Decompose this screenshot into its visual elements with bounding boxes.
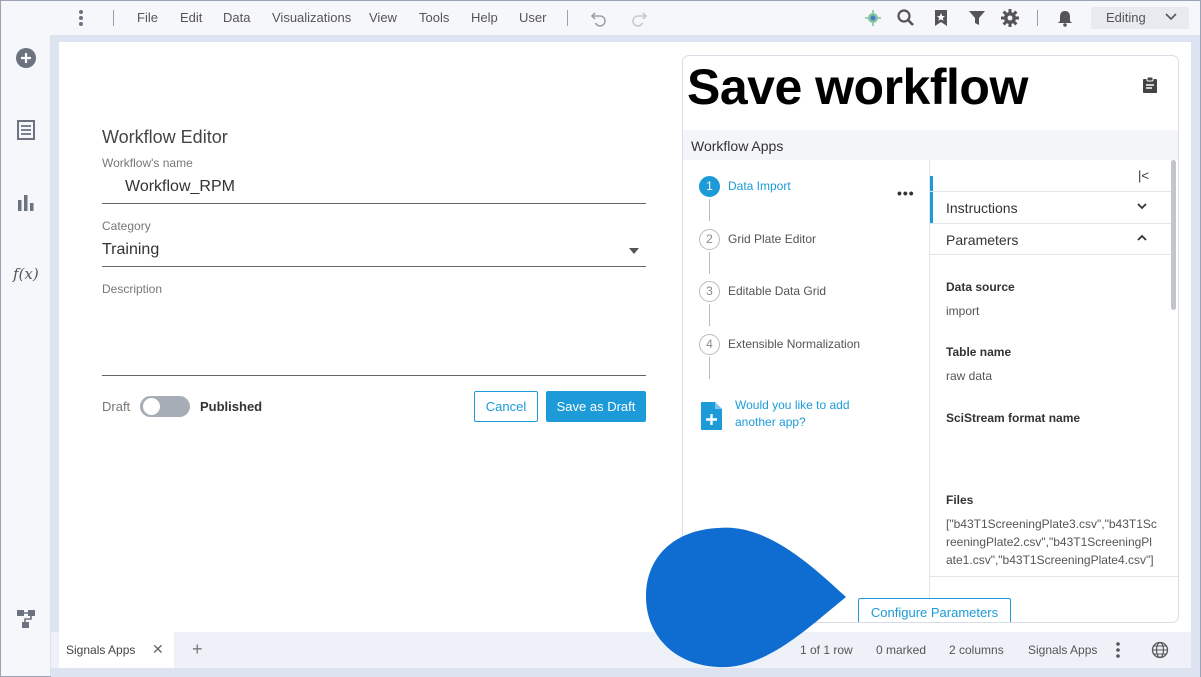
step-item-data-import[interactable]: Data Import <box>728 179 791 193</box>
add-app-link-line2: another app? <box>735 415 806 429</box>
data-table-icon[interactable] <box>15 119 37 141</box>
description-textarea[interactable] <box>102 298 646 374</box>
step-connector <box>709 304 710 326</box>
add-page-icon[interactable]: + <box>192 639 203 660</box>
files-value: ["b43T1ScreeningPlate3.csv","b43T1Screen… <box>946 517 1157 567</box>
main-canvas: Workflow Editor Workflow's name Workflow… <box>51 35 1200 677</box>
configure-parameters-button[interactable]: Configure Parameters <box>858 598 1011 622</box>
table-name-value: raw data <box>946 369 993 383</box>
globe-icon[interactable] <box>1151 641 1169 659</box>
data-flow-icon[interactable] <box>15 608 37 630</box>
more-vertical-icon[interactable] <box>74 9 88 27</box>
menu-user[interactable]: User <box>519 10 546 25</box>
menu-data[interactable]: Data <box>223 10 250 25</box>
page-tab-signals-apps[interactable]: Signals Apps ✕ <box>59 632 174 668</box>
step-number[interactable]: 3 <box>699 281 720 302</box>
menu-help[interactable]: Help <box>471 10 498 25</box>
search-icon[interactable] <box>896 8 916 28</box>
menu-divider <box>113 10 114 26</box>
category-label: Category <box>102 219 151 233</box>
mode-dropdown[interactable]: Editing <box>1091 7 1189 29</box>
step-number[interactable]: 1 <box>699 176 720 197</box>
tutorial-callout-pointer <box>646 527 846 668</box>
left-sidebar: f(x) <box>1 35 51 676</box>
workflow-name-label: Workflow's name <box>102 156 193 170</box>
workflow-apps-title: Workflow Apps <box>691 138 784 154</box>
add-app-link[interactable]: Would you like to add another app? <box>735 397 865 431</box>
files-label: Files <box>946 493 974 507</box>
mode-dropdown-label: Editing <box>1106 10 1146 25</box>
bar-chart-icon[interactable] <box>15 191 37 213</box>
workflow-editor-title: Workflow Editor <box>102 127 228 147</box>
data-source-value: import <box>946 304 980 318</box>
column-count: 2 columns <box>949 643 1004 657</box>
status-bar: Signals Apps ✕ + 1 of 1 row 0 marked 2 c… <box>51 632 1191 668</box>
chevron-down-icon <box>1165 13 1177 21</box>
step-connector <box>709 199 710 221</box>
instructions-section[interactable]: Instructions <box>930 191 1173 223</box>
parameters-label: Parameters <box>946 232 1019 248</box>
category-select[interactable]: Training <box>102 241 159 259</box>
panel-title: Save workflow <box>687 59 1028 115</box>
workflow-page: Workflow Editor Workflow's name Workflow… <box>59 42 1191 632</box>
publish-toggle[interactable] <box>140 396 190 417</box>
scistream-format-label: SciStream format name <box>946 411 1081 425</box>
chevron-up-icon <box>1137 234 1147 241</box>
step-item-extensible-normalization[interactable]: Extensible Normalization <box>728 337 860 351</box>
gear-icon[interactable] <box>1000 8 1020 28</box>
marked-count: 0 marked <box>876 643 927 657</box>
menu-edit[interactable]: Edit <box>180 10 202 25</box>
details-scrollbar[interactable] <box>1171 160 1176 310</box>
menu-visualizations[interactable]: Visualizations <box>272 10 351 25</box>
dropdown-arrow-icon[interactable] <box>629 248 639 254</box>
data-source-label: Data source <box>946 280 1015 294</box>
step-number[interactable]: 4 <box>699 334 720 355</box>
more-horizontal-icon[interactable]: ••• <box>897 185 915 201</box>
menu-divider <box>1037 10 1038 26</box>
menu-divider <box>567 10 568 26</box>
add-document-icon[interactable] <box>699 401 724 431</box>
undo-icon[interactable] <box>589 8 609 28</box>
filter-icon[interactable] <box>967 8 987 28</box>
workflow-apps-header: Workflow Apps <box>683 130 1178 160</box>
published-label: Published <box>200 399 263 414</box>
cancel-button[interactable]: Cancel <box>474 391 538 422</box>
step-item-grid-plate-editor[interactable]: Grid Plate Editor <box>728 232 816 246</box>
category-underline <box>102 266 646 267</box>
add-app-link-line1: Would you like to add <box>735 398 850 412</box>
ai-recommendations-icon[interactable] <box>863 8 883 28</box>
step-item-editable-data-grid[interactable]: Editable Data Grid <box>728 284 826 298</box>
menu-view[interactable]: View <box>369 10 397 25</box>
parameters-section[interactable]: Parameters <box>930 223 1173 255</box>
menu-bar: File Edit Data Visualizations View Tools… <box>1 1 1200 35</box>
toggle-knob <box>143 398 160 415</box>
step-connector <box>709 252 710 274</box>
menu-tools[interactable]: Tools <box>419 10 449 25</box>
clipboard-icon[interactable] <box>1142 76 1158 94</box>
step-number[interactable]: 2 <box>699 229 720 250</box>
close-icon[interactable]: ✕ <box>152 641 164 658</box>
chevron-down-icon <box>1137 203 1147 210</box>
bookmark-icon[interactable] <box>931 8 951 28</box>
draft-label: Draft <box>102 399 131 414</box>
add-circle-icon[interactable] <box>15 47 37 69</box>
redo-icon[interactable] <box>629 8 649 28</box>
menu-file[interactable]: File <box>137 10 158 25</box>
page-tab-label: Signals Apps <box>66 643 136 657</box>
table-name-label: Table name <box>946 345 1012 359</box>
description-underline <box>102 375 646 376</box>
notification-bell-icon[interactable] <box>1055 8 1075 28</box>
description-label: Description <box>102 282 163 296</box>
more-vertical-icon[interactable] <box>1114 641 1122 659</box>
step-connector <box>709 357 710 379</box>
collapse-panel-icon[interactable]: |< <box>1138 168 1149 183</box>
instructions-label: Instructions <box>946 200 1018 216</box>
save-as-draft-button[interactable]: Save as Draft <box>546 391 646 422</box>
workflow-name-underline <box>102 203 646 204</box>
step-details: |< Instructions Parameters Data source i… <box>930 160 1178 576</box>
status-app-name: Signals Apps <box>1028 643 1098 657</box>
workflow-name-input[interactable]: Workflow_RPM <box>125 178 235 196</box>
function-icon[interactable]: f(x) <box>13 265 39 283</box>
